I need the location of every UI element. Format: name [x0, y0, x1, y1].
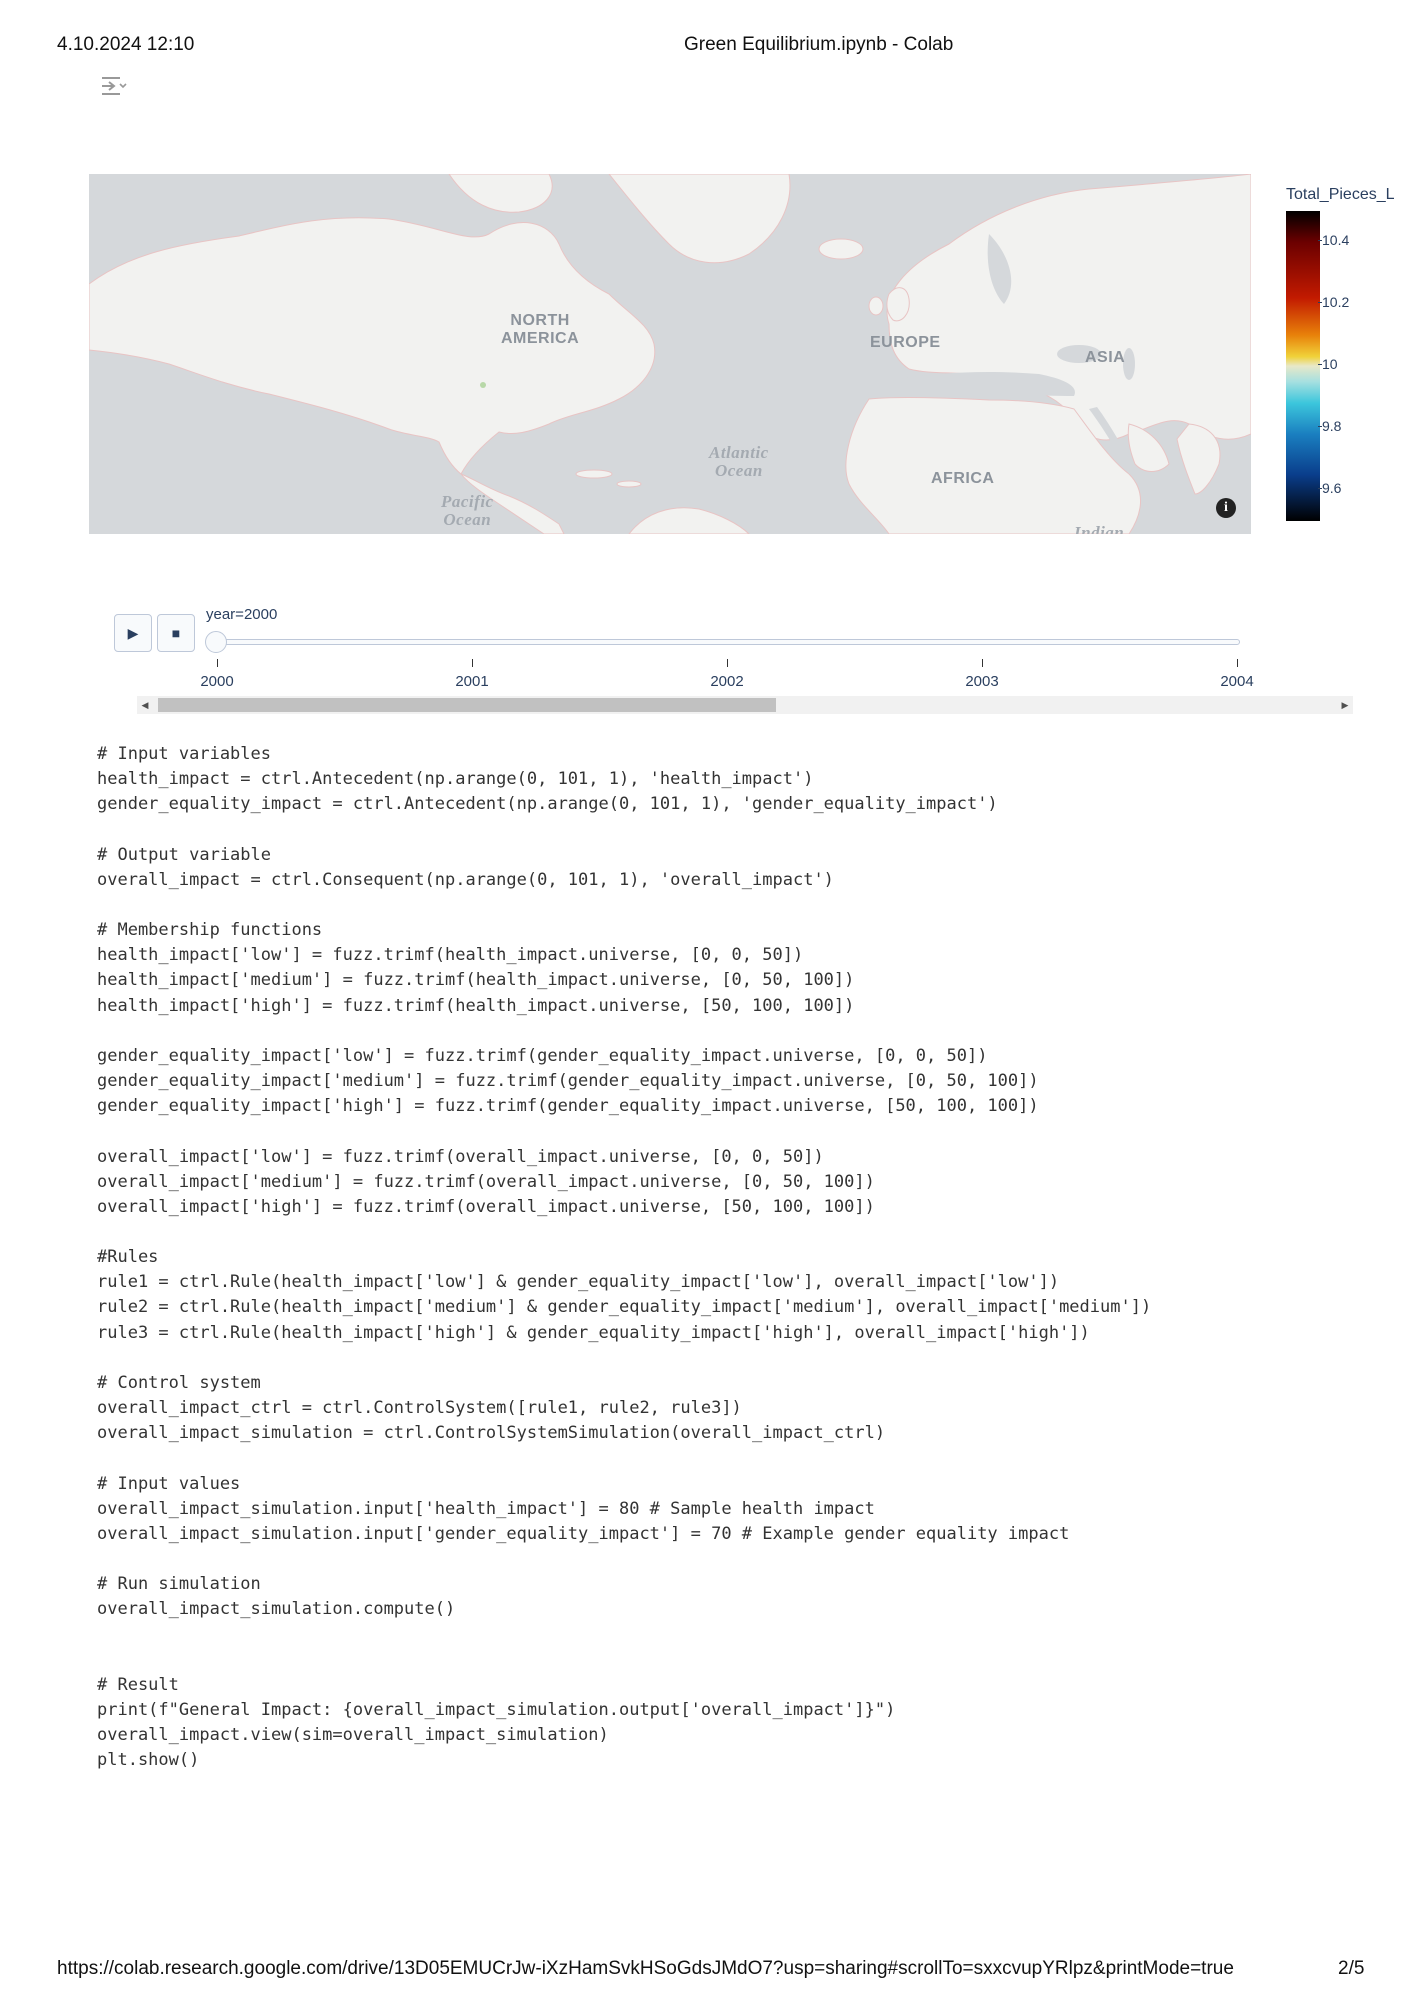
slider-step-label[interactable]: 2000	[187, 673, 247, 690]
slider-handle[interactable]	[205, 631, 227, 653]
map-land-shapes	[89, 174, 1251, 534]
label-atlantic-ocean: Atlantic Ocean	[709, 443, 769, 480]
label-europe: EUROPE	[870, 334, 941, 351]
colorbar-title: Total_Pieces_L	[1286, 186, 1395, 203]
colorbar	[1286, 211, 1320, 521]
stop-button[interactable]: ■	[157, 614, 195, 652]
slider-current-value: year=2000	[206, 606, 278, 623]
slider-step-label[interactable]: 2004	[1207, 673, 1267, 690]
colorbar-tick: 10.2	[1317, 294, 1350, 310]
page-url: https://colab.research.google.com/drive/…	[57, 1958, 1234, 1979]
label-pacific-ocean: Pacific Ocean	[441, 492, 494, 529]
slider-tick	[217, 659, 218, 667]
output-horizontal-scrollbar[interactable]: ◀ ▶	[137, 696, 1353, 714]
colorbar-tick: 9.8	[1317, 418, 1342, 434]
label-africa: AFRICA	[931, 470, 995, 487]
play-button[interactable]: ▶	[114, 614, 152, 652]
label-indian-ocean: Indian	[1074, 523, 1125, 535]
stop-icon: ■	[171, 625, 181, 641]
label-north-america: NORTH AMERICA	[501, 312, 580, 347]
play-icon: ▶	[127, 625, 139, 641]
info-icon[interactable]: i	[1216, 498, 1236, 518]
slider-rail[interactable]	[206, 639, 1240, 645]
slider-step-label[interactable]: 2002	[697, 673, 757, 690]
colorbar-tick: 9.6	[1317, 480, 1342, 496]
slider-tick	[472, 659, 473, 667]
scroll-right-icon[interactable]: ▶	[1337, 696, 1353, 714]
colorbar-tick: 10	[1318, 356, 1338, 372]
page-title: Green Equilibrium.ipynb - Colab	[684, 34, 954, 55]
output-toggle-icon[interactable]	[100, 74, 128, 98]
slider-tick	[982, 659, 983, 667]
slider-step-label[interactable]: 2001	[442, 673, 502, 690]
label-asia: ASIA	[1085, 349, 1126, 366]
choropleth-map[interactable]: NORTH AMERICA EUROPE ASIA AFRICA Atlantic…	[89, 174, 1251, 534]
colorbar-tick: 10.4	[1317, 232, 1350, 248]
slider-step-label[interactable]: 2003	[952, 673, 1012, 690]
print-datetime: 4.10.2024 12:10	[57, 34, 195, 55]
code-cell[interactable]: # Input variables health_impact = ctrl.A…	[97, 742, 1151, 1773]
slider-tick	[727, 659, 728, 667]
scrollbar-thumb[interactable]	[158, 698, 776, 712]
page-number: 2/5	[1338, 1958, 1365, 1979]
scroll-left-icon[interactable]: ◀	[137, 696, 153, 714]
slider-tick	[1237, 659, 1238, 667]
